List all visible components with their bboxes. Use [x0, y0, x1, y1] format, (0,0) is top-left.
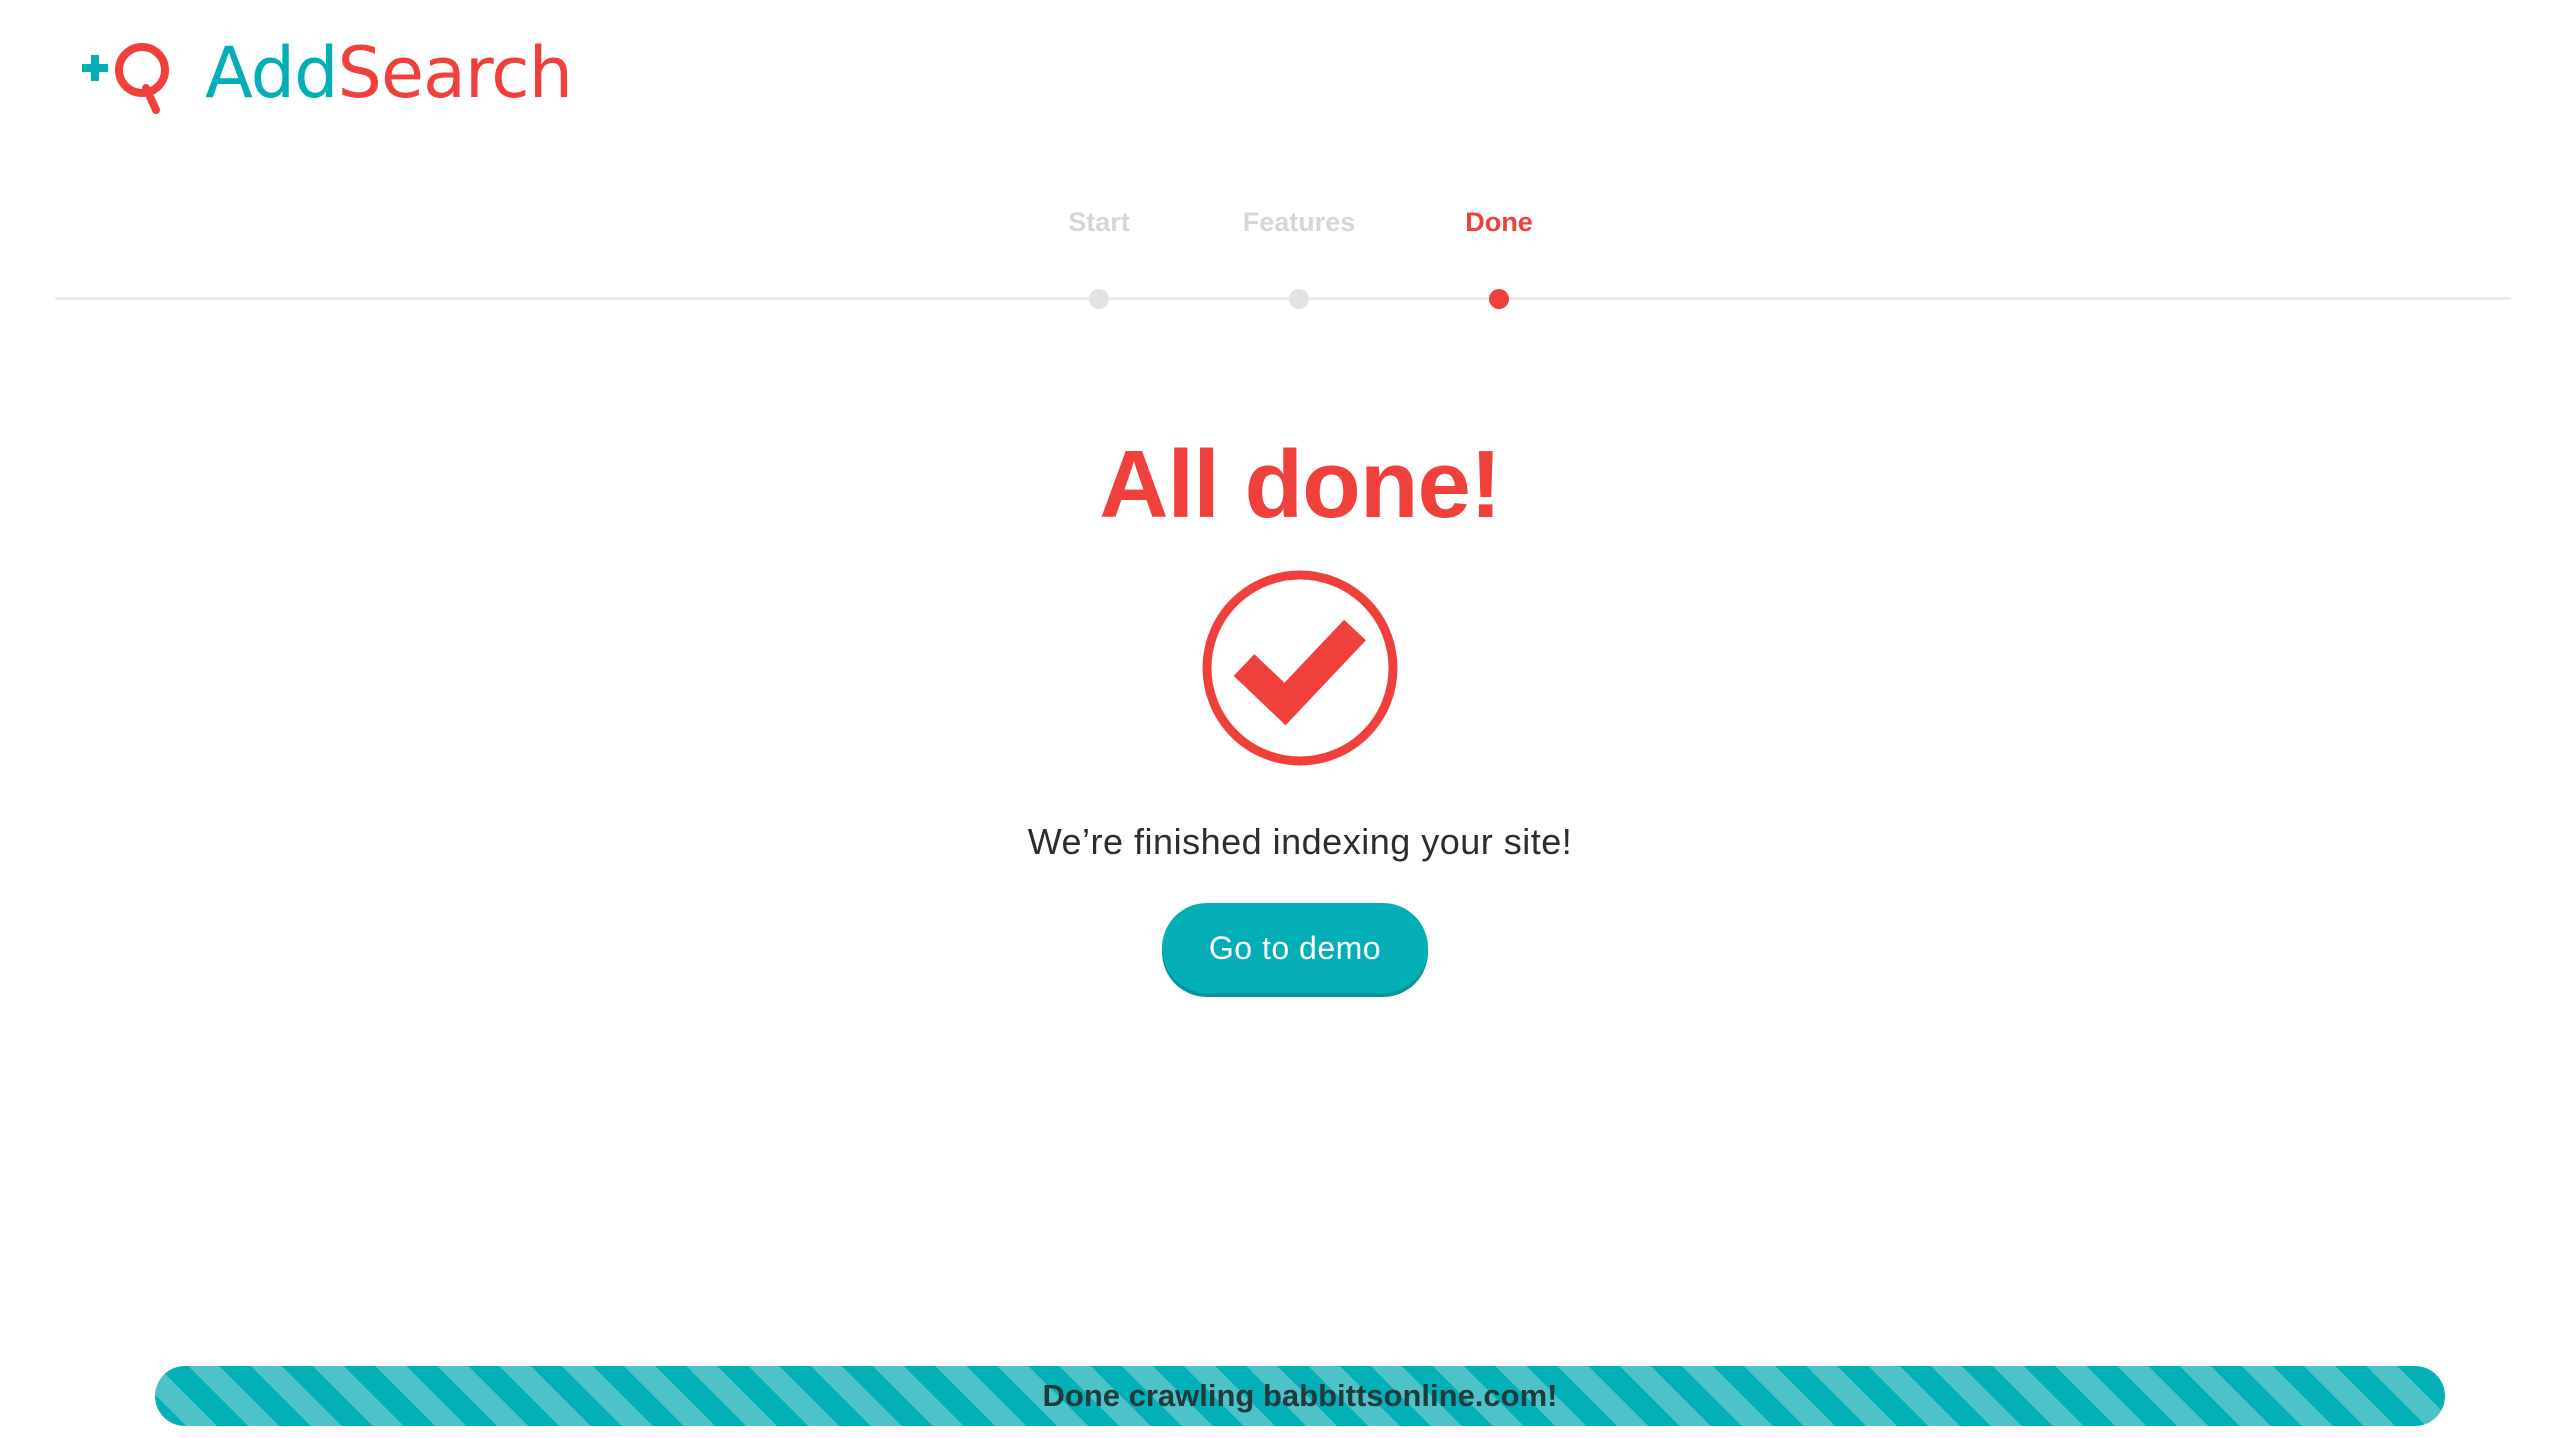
plus-q-logo-icon [82, 43, 169, 114]
crawl-progress-bar: Done crawling babbittsonline.com! [155, 1366, 2445, 1426]
step-features-label: Features [1242, 207, 1356, 237]
check-circle-icon [1202, 570, 1398, 766]
brand-name-search: Search [337, 32, 573, 114]
brand-name-add: Add [205, 32, 339, 114]
step-features-dot [1289, 289, 1309, 309]
completion-message: We’re finished indexing your site! [1027, 821, 1573, 862]
onboarding-done-page: AddSearch Start Features Done All done! … [0, 0, 2556, 1438]
brand-name: AddSearch [205, 38, 573, 108]
stepper-track [55, 297, 2511, 300]
step-start-dot [1089, 289, 1109, 309]
step-done-dot [1489, 289, 1509, 309]
step-start-label: Start [1068, 207, 1130, 237]
crawl-status-text: Done crawling babbittsonline.com! [1042, 1378, 1558, 1413]
step-done-label: Done [1465, 207, 1533, 237]
go-to-demo-button[interactable]: Go to demo [1162, 903, 1428, 993]
page-title: All done! [1099, 431, 1502, 538]
addsearch-logo[interactable]: AddSearch [80, 28, 573, 118]
